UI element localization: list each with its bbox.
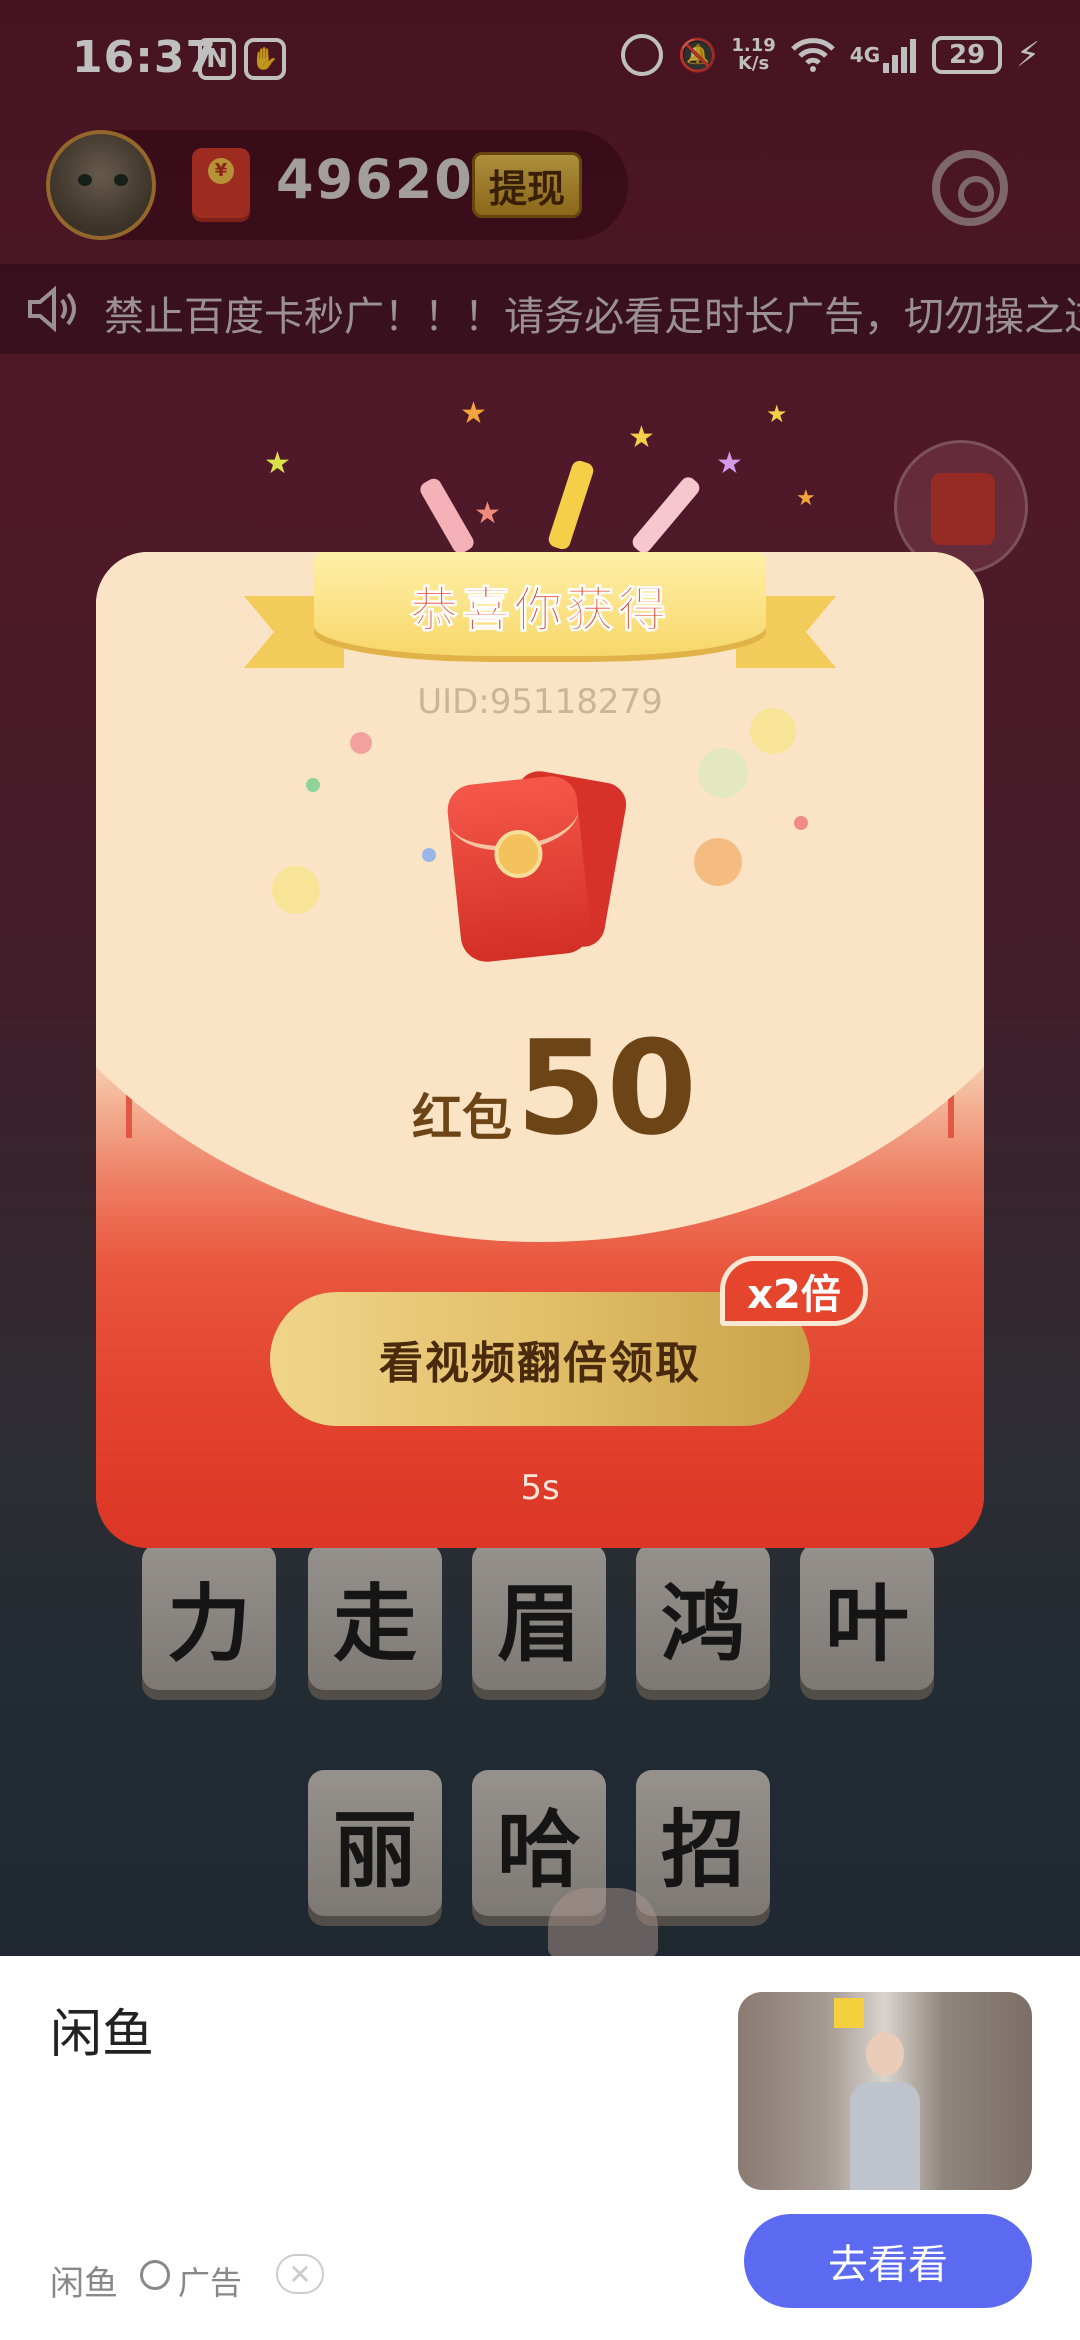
decor-dot: [306, 778, 320, 792]
amount-label: 红包: [412, 1089, 512, 1147]
star-icon: ★: [628, 420, 655, 455]
app-logo-icon: [834, 1998, 864, 2028]
confetti-streamer: [629, 474, 703, 556]
decor-dot: [272, 866, 320, 914]
tile[interactable]: 叶: [800, 1544, 934, 1690]
bell-off-icon: 🔕: [677, 36, 718, 74]
star-icon: ★: [264, 446, 291, 481]
decor-dot: [698, 748, 748, 798]
tile[interactable]: 招: [636, 1770, 770, 1916]
red-envelope-icon: [445, 762, 630, 965]
clock: 16:37: [72, 32, 218, 83]
star-icon: ★: [716, 446, 743, 481]
speed-unit: K/s: [737, 53, 770, 74]
uid-text: UID:95118279: [417, 682, 663, 722]
alarm-icon: [621, 34, 664, 76]
star-icon: ★: [766, 400, 788, 428]
decor-dot: [794, 816, 808, 830]
avatar[interactable]: [46, 130, 156, 240]
star-icon: ★: [796, 486, 816, 511]
wifi-icon: [790, 37, 836, 73]
ad-source: 闲鱼: [50, 2264, 118, 2304]
decor-dot: [750, 708, 796, 754]
star-icon: ★: [460, 396, 487, 431]
title-ribbon: 恭喜你获得: [244, 552, 836, 670]
battery-indicator: 29: [932, 36, 1003, 74]
confetti-streamer: [417, 475, 477, 557]
decor-dot: [350, 732, 372, 754]
ad-title[interactable]: 闲鱼: [50, 1992, 154, 2067]
tile[interactable]: 力: [142, 1544, 276, 1690]
presenter-image: [844, 2032, 926, 2190]
ad-video-thumbnail[interactable]: [738, 1992, 1032, 2190]
hand-icon: ✋: [244, 38, 286, 80]
amount-value: 50: [516, 1012, 697, 1164]
charging-icon: ⚡: [1016, 35, 1040, 75]
notice-text: 禁止百度卡秒广！！！请务必看足时长广告，切勿操之过: [104, 294, 1080, 340]
status-bar: 16:37 N ✋ 🔕 1.19 K/s 4G 29 ⚡: [0, 0, 1080, 120]
confetti-streamer: [546, 458, 596, 552]
nfc-icon: N: [198, 38, 236, 80]
modal-title: 恭喜你获得: [409, 582, 670, 639]
notice-marquee: 禁止百度卡秒广！！！请务必看足时长广告，切勿操之过: [0, 264, 1080, 354]
close-icon[interactable]: ✕: [276, 2254, 324, 2294]
withdraw-button[interactable]: 提现: [472, 152, 582, 218]
user-balance-bar: 49620 提现: [46, 130, 628, 240]
hand-pointer-icon: [548, 1888, 658, 1958]
decor-dot: [694, 838, 742, 886]
network-speed: 1.19 K/s: [731, 37, 775, 73]
go-see-button[interactable]: 去看看: [744, 2214, 1032, 2308]
red-packet-icon: [192, 148, 250, 222]
reward-modal: 恭喜你获得 UID:95118279 红包 50 看视频翻倍领取 x2倍 5s: [96, 552, 984, 1548]
balance-value: 49620: [276, 148, 474, 211]
decor-dot: [422, 848, 436, 862]
network-type: 4G: [849, 43, 881, 67]
ad-label: 广告: [178, 2264, 243, 2302]
settings-gear-icon[interactable]: [932, 150, 1008, 226]
ad-banner[interactable]: 闲鱼 闲鱼 广告 ✕ 去看看: [0, 1956, 1080, 2340]
tile[interactable]: 走: [308, 1544, 442, 1690]
ad-info-icon: [140, 2260, 170, 2290]
speaker-icon: [28, 286, 76, 332]
cellular-signal-icon: 4G: [850, 37, 918, 73]
tile[interactable]: 丽: [308, 1770, 442, 1916]
multiplier-badge: x2倍: [720, 1256, 868, 1326]
tile[interactable]: 鸿: [636, 1544, 770, 1690]
countdown-timer: 5s: [520, 1468, 560, 1508]
tile[interactable]: 眉: [472, 1544, 606, 1690]
star-icon: ★: [474, 496, 501, 531]
